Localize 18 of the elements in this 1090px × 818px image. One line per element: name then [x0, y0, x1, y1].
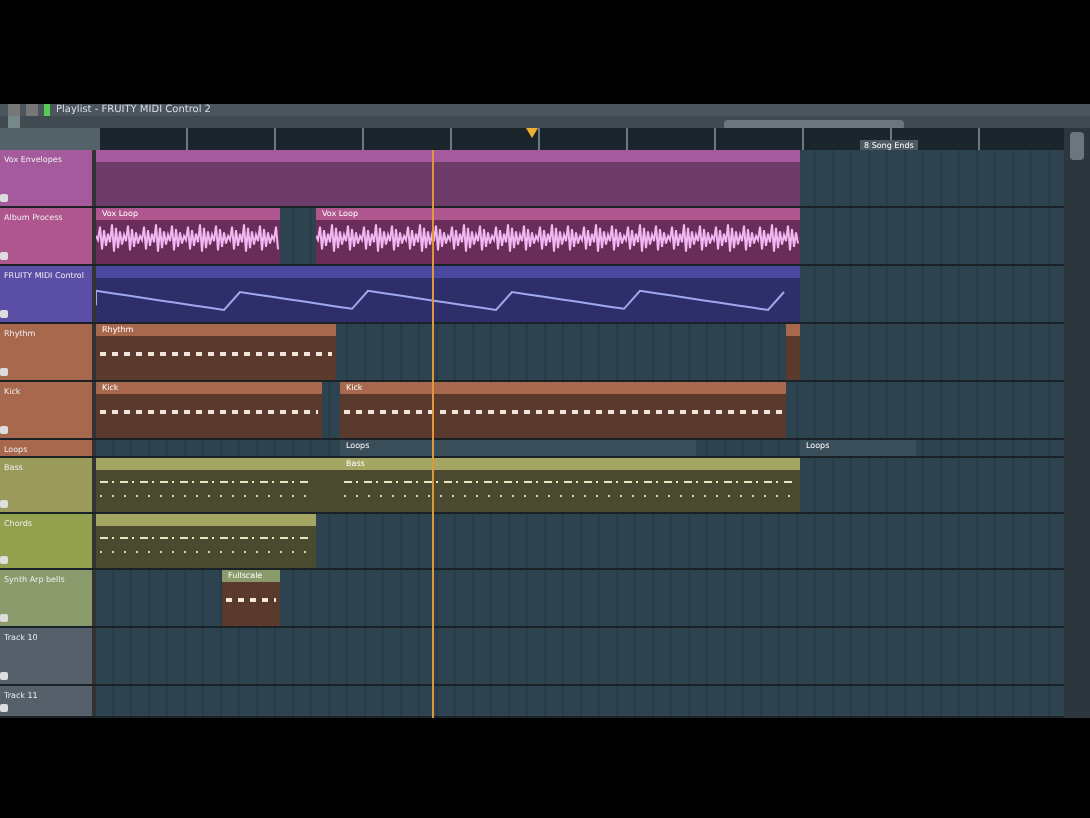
mute-icon[interactable] — [0, 310, 8, 318]
mute-icon[interactable] — [0, 500, 8, 508]
mute-icon[interactable] — [0, 704, 8, 712]
note-clip[interactable] — [96, 458, 316, 512]
automation-clip[interactable] — [96, 266, 800, 322]
note-clip[interactable] — [96, 514, 316, 568]
mute-icon[interactable] — [0, 556, 8, 564]
pattern-clip[interactable] — [786, 324, 800, 380]
status-led-icon — [44, 104, 50, 116]
ruler-corner — [0, 128, 100, 150]
mute-icon[interactable] — [0, 194, 8, 202]
clip[interactable] — [96, 150, 800, 206]
mute-icon[interactable] — [0, 614, 8, 622]
mute-icon[interactable] — [0, 252, 8, 260]
mute-icon[interactable] — [0, 368, 8, 376]
mute-icon[interactable] — [0, 426, 8, 434]
vertical-scrollbar[interactable] — [1064, 128, 1090, 718]
mute-icon[interactable] — [0, 672, 8, 680]
